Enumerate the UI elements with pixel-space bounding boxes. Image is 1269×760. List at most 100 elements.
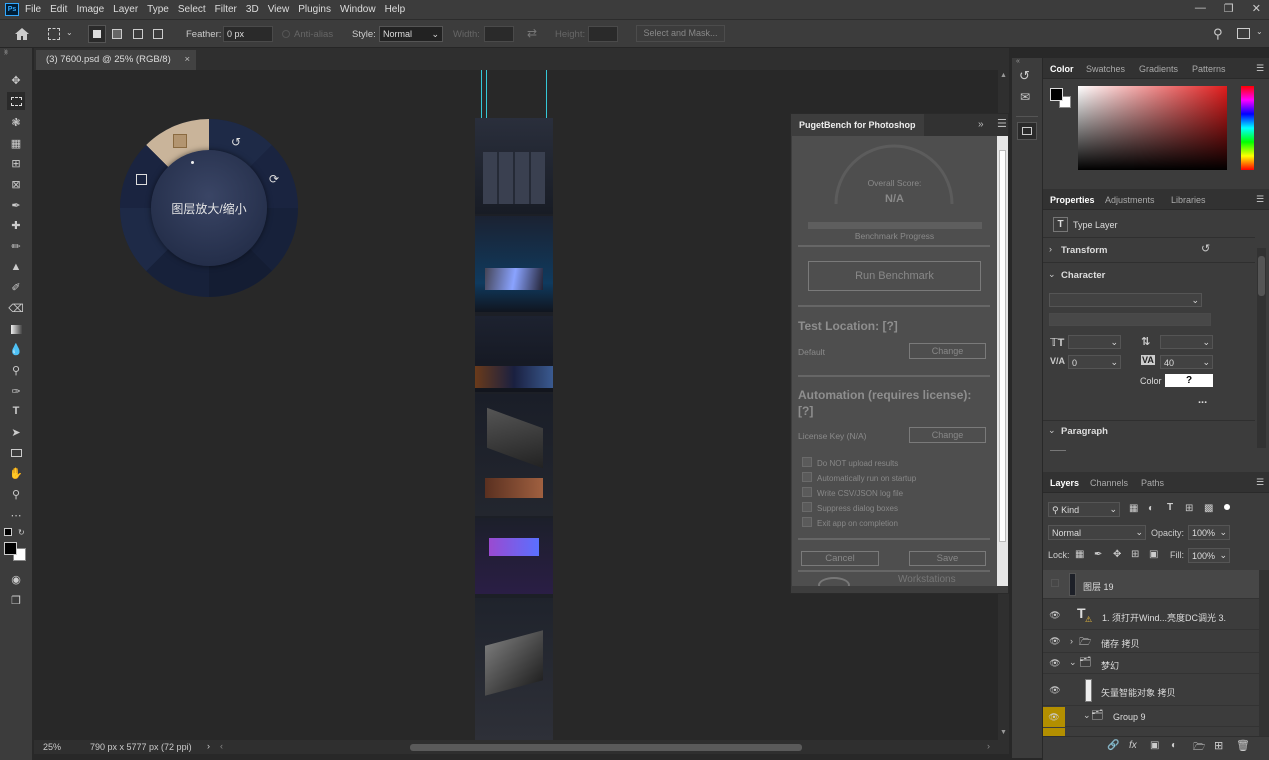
rectangle-tool-icon[interactable] bbox=[7, 444, 25, 462]
delete-layer-icon[interactable]: 🗑 bbox=[1236, 739, 1250, 752]
filter-type-icon[interactable]: T bbox=[1167, 502, 1173, 513]
libraries-icon[interactable] bbox=[1017, 122, 1037, 140]
automation-help[interactable]: [?] bbox=[798, 404, 813, 418]
panel-menu-icon[interactable]: ☰ bbox=[1256, 63, 1264, 74]
lock-all-icon[interactable]: ▣ bbox=[1149, 549, 1158, 560]
menu-image[interactable]: Image bbox=[76, 4, 104, 15]
height-input[interactable] bbox=[588, 26, 618, 42]
filter-shape-icon[interactable]: ⊞ bbox=[1185, 503, 1193, 514]
align-icon[interactable] bbox=[1050, 450, 1066, 451]
close-tab-icon[interactable]: × bbox=[184, 50, 190, 69]
style-select[interactable]: Normal ⌄ bbox=[379, 26, 443, 42]
layer-filter-select[interactable]: ⚲ Kind ⌄ bbox=[1048, 502, 1120, 517]
layer-row[interactable] bbox=[1043, 728, 1259, 736]
expand-icon[interactable]: » bbox=[4, 50, 8, 57]
panel-menu-icon[interactable]: ☰ bbox=[997, 117, 1007, 130]
tab-color[interactable]: Color bbox=[1050, 64, 1074, 74]
default-colors-icon[interactable] bbox=[4, 528, 12, 536]
scroll-left-icon[interactable]: ‹ bbox=[220, 741, 223, 751]
tab-adjustments[interactable]: Adjustments bbox=[1105, 195, 1155, 205]
close-window-icon[interactable]: ✕ bbox=[1252, 2, 1261, 15]
kerning-input[interactable]: 0 ⌄ bbox=[1068, 355, 1121, 369]
swap-colors-icon[interactable]: ↻ bbox=[18, 528, 25, 537]
visibility-off-icon[interactable] bbox=[1051, 579, 1059, 587]
layer-row[interactable]: 👁 › 🗁 储存 拷贝 bbox=[1043, 631, 1259, 653]
cancel-button[interactable]: Cancel bbox=[801, 551, 879, 566]
restore-icon[interactable]: ❐ bbox=[1224, 2, 1234, 15]
option-checkbox[interactable] bbox=[802, 457, 812, 467]
visibility-eye-icon[interactable]: 👁 bbox=[1048, 636, 1062, 648]
foreground-color-swatch[interactable] bbox=[4, 542, 17, 555]
hand-tool-icon[interactable]: ✋ bbox=[7, 464, 25, 482]
change-location-button[interactable]: Change bbox=[909, 343, 986, 359]
history-icon[interactable]: ↺ bbox=[1019, 68, 1030, 84]
frame-tool-icon[interactable]: ⊠ bbox=[7, 175, 25, 193]
chevron-down-icon[interactable]: ⌄ bbox=[1048, 269, 1056, 280]
panel-menu-icon[interactable]: ☰ bbox=[1256, 477, 1264, 488]
layer-row[interactable]: 图层 19 bbox=[1043, 570, 1259, 599]
properties-scrollbar[interactable] bbox=[1257, 248, 1266, 448]
healing-brush-tool-icon[interactable]: ✚ bbox=[7, 216, 25, 234]
menu-help[interactable]: Help bbox=[385, 4, 406, 15]
leading-input[interactable]: ⌄ bbox=[1160, 335, 1213, 349]
tab-paths[interactable]: Paths bbox=[1141, 478, 1164, 488]
option-checkbox[interactable] bbox=[802, 517, 812, 527]
home-icon[interactable] bbox=[14, 27, 30, 41]
chevron-down-icon[interactable]: ⌄ bbox=[66, 28, 73, 37]
minimize-icon[interactable]: — bbox=[1195, 2, 1206, 15]
horizontal-scrollbar-thumb[interactable] bbox=[410, 744, 802, 751]
collapse-panel-icon[interactable]: » bbox=[978, 119, 984, 130]
menu-type[interactable]: Type bbox=[147, 4, 169, 15]
new-layer-icon[interactable]: ⊞ bbox=[1214, 739, 1223, 752]
scroll-right-icon[interactable]: › bbox=[987, 741, 990, 751]
blend-mode-select[interactable]: Normal ⌄ bbox=[1048, 525, 1146, 540]
tab-properties[interactable]: Properties bbox=[1050, 195, 1095, 205]
font-style-select[interactable] bbox=[1049, 313, 1211, 326]
color-field[interactable] bbox=[1078, 86, 1227, 170]
eraser-tool-icon[interactable]: ⌫ bbox=[7, 299, 25, 317]
menu-filter[interactable]: Filter bbox=[215, 4, 237, 15]
panel-menu-icon[interactable]: ☰ bbox=[1256, 194, 1264, 205]
more-options-icon[interactable]: ... bbox=[1198, 394, 1207, 406]
chevron-down-icon[interactable]: ⌄ bbox=[1083, 710, 1091, 721]
transform-section[interactable]: Transform bbox=[1061, 245, 1107, 256]
marquee-tool-preset-icon[interactable] bbox=[48, 28, 60, 40]
adjustment-layer-icon[interactable]: ◐ bbox=[1171, 740, 1177, 751]
chevron-down-icon[interactable]: ⌄ bbox=[1069, 657, 1077, 668]
visibility-eye-icon[interactable]: 👁 bbox=[1048, 610, 1062, 622]
option-checkbox[interactable] bbox=[802, 487, 812, 497]
foreground-swatch[interactable] bbox=[1050, 88, 1063, 101]
menu-select[interactable]: Select bbox=[178, 4, 206, 15]
quick-mask-icon[interactable]: ◉ bbox=[7, 570, 25, 588]
swap-arrows-icon[interactable]: ⇄ bbox=[527, 26, 537, 40]
zoom-level[interactable]: 25% bbox=[43, 742, 61, 752]
visibility-eye-icon[interactable] bbox=[1043, 728, 1065, 736]
tab-gradients[interactable]: Gradients bbox=[1139, 64, 1178, 74]
chevron-down-icon[interactable]: ⌄ bbox=[1048, 425, 1056, 436]
filter-toggle-icon[interactable] bbox=[1224, 504, 1230, 510]
workspace-icon[interactable] bbox=[1237, 28, 1250, 39]
filter-smart-object-icon[interactable]: ▩ bbox=[1204, 503, 1213, 514]
search-icon[interactable]: ⚲ bbox=[1213, 26, 1223, 42]
clone-stamp-tool-icon[interactable]: ▲ bbox=[7, 258, 25, 276]
run-benchmark-button[interactable]: Run Benchmark bbox=[808, 261, 981, 291]
link-layers-icon[interactable]: 🔗 bbox=[1107, 740, 1119, 751]
character-section[interactable]: Character bbox=[1061, 270, 1105, 281]
fx-icon[interactable]: fx bbox=[1129, 740, 1137, 751]
menu-plugins[interactable]: Plugins bbox=[298, 4, 331, 15]
visibility-eye-icon[interactable]: 👁 bbox=[1043, 707, 1065, 727]
layer-row[interactable]: 👁 ⌄ 🗂 梦幻 bbox=[1043, 654, 1259, 674]
pugetbench-scrollbar[interactable] bbox=[997, 136, 1008, 586]
gradient-tool-icon[interactable] bbox=[7, 320, 25, 338]
lock-position-icon[interactable]: ✥ bbox=[1113, 549, 1121, 560]
chevron-right-icon[interactable]: › bbox=[1049, 244, 1052, 254]
scroll-down-icon[interactable]: ▼ bbox=[1000, 729, 1007, 736]
comment-icon[interactable]: ✉ bbox=[1020, 90, 1030, 104]
lock-transparent-icon[interactable]: ▦ bbox=[1075, 549, 1084, 560]
lasso-tool-icon[interactable]: ❃ bbox=[7, 113, 25, 131]
select-and-mask-button[interactable]: Select and Mask... bbox=[636, 25, 725, 42]
layer-row[interactable]: 👁 矢量智能对象 拷贝 bbox=[1043, 675, 1259, 706]
filter-adjustment-icon[interactable]: ◐ bbox=[1148, 503, 1154, 514]
text-color-swatch[interactable]: ? bbox=[1165, 374, 1213, 387]
menu-view[interactable]: View bbox=[268, 4, 290, 15]
